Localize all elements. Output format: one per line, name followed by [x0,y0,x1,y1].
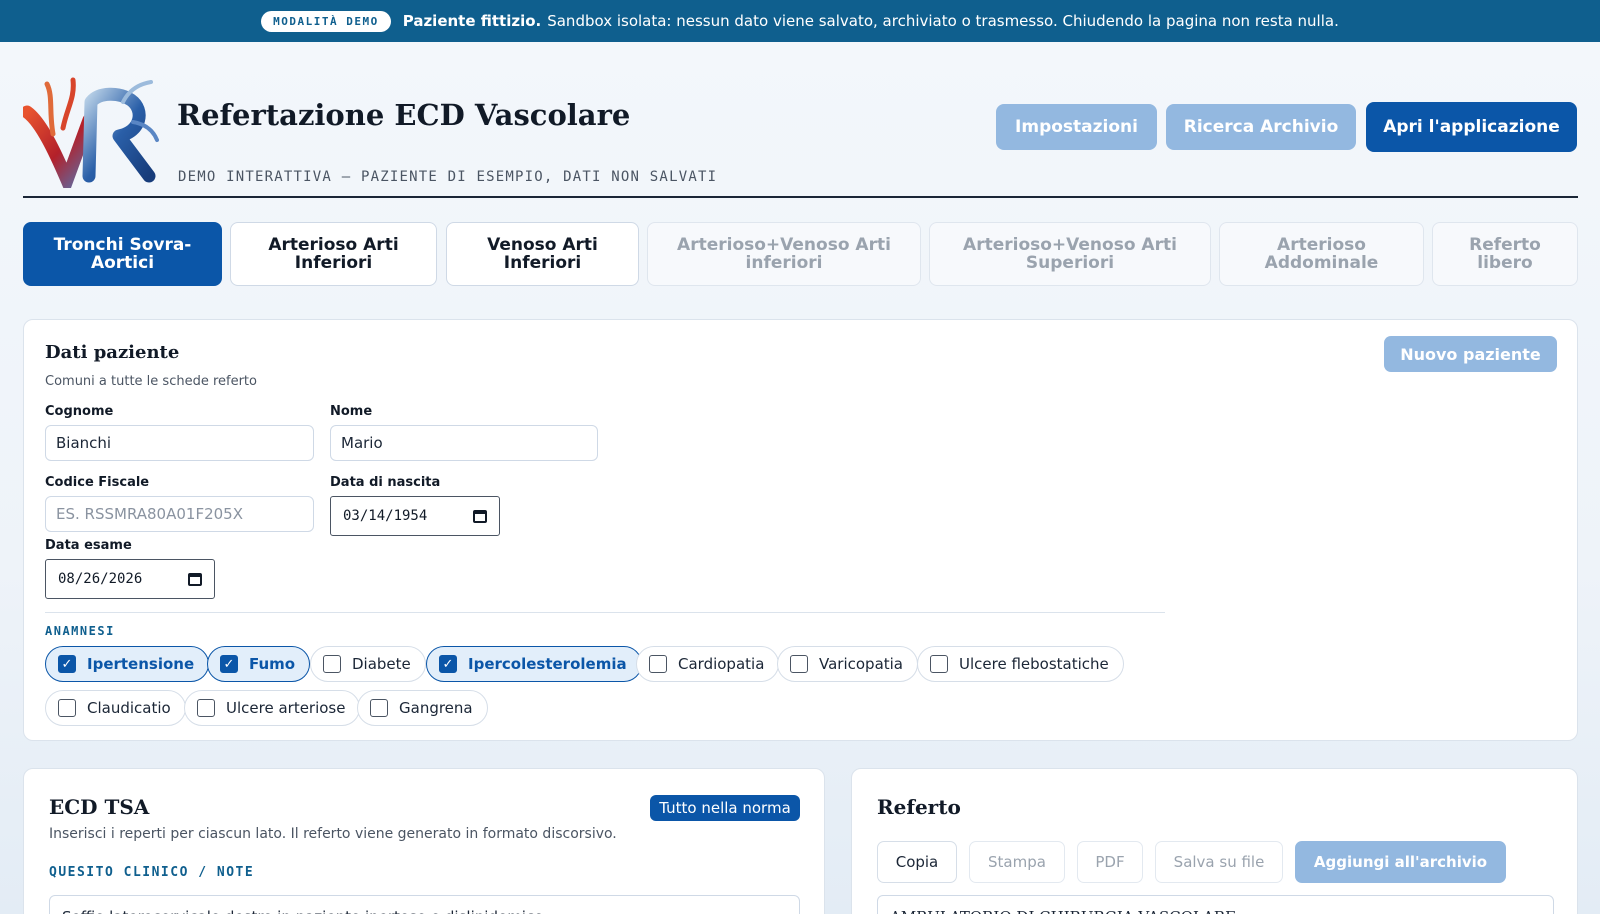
fiscal-code-input[interactable]: ES. RSSMRA80A01F205X [45,496,314,532]
anamnesis-claudicatio[interactable]: Claudicatio [45,690,186,726]
chip-label: Varicopatia [819,655,904,673]
tab-arterioso-arti-inferiori[interactable]: Arterioso Arti Inferiori [230,222,437,286]
page: Refertazione ECD Vascolare DEMO INTERATT… [0,42,1600,914]
report-title: Referto [877,795,961,819]
checkbox-checked-icon: ✓ [439,655,457,673]
report-card: Referto Copia Stampa PDF Salva su file A… [851,768,1578,914]
chip-label: Ipertensione [87,655,195,673]
tab-arterioso-addominale[interactable]: Arterioso Addominale [1219,222,1424,286]
anamnesis-label: ANAMNESI [45,624,115,638]
birth-date-input[interactable]: 03/14/1954 [330,496,500,536]
tab-referto-libero[interactable]: Referto libero [1432,222,1578,286]
chip-label: Fumo [249,655,296,673]
checkbox-icon [790,655,808,673]
checkbox-icon [930,655,948,673]
save-file-button[interactable]: Salva su file [1155,841,1283,883]
exam-date-input[interactable]: 08/26/2026 [45,559,215,599]
surname-label: Cognome [45,404,114,419]
patient-card-subtitle: Comuni a tutte le schede referto [45,374,257,389]
anamnesis-ulcere-arteriose[interactable]: Ulcere arteriose [184,690,361,726]
exam-date-label: Data esame [45,538,132,553]
surname-input[interactable]: Bianchi [45,425,314,461]
anamnesis-cardiopatia[interactable]: Cardiopatia [636,646,780,682]
anamnesis-gangrena[interactable]: Gangrena [357,690,488,726]
anamnesis-ulcere-flebostatiche[interactable]: Ulcere flebostatiche [917,646,1124,682]
tab-tronchi-sovra-aortici[interactable]: Tronchi Sovra-Aortici [23,222,222,286]
chip-label: Diabete [352,655,411,673]
tab-arterioso-venoso-inferiori[interactable]: Arterioso+Venoso Arti inferiori [647,222,921,286]
demo-banner: MODALITÀ DEMO Paziente fittizio. Sandbox… [0,0,1600,42]
fiscal-code-label: Codice Fiscale [45,475,150,490]
copy-button[interactable]: Copia [877,841,957,883]
chip-label: Ulcere arteriose [226,699,346,717]
banner-bold-text: Paziente fittizio. [402,12,542,30]
app-logo [23,77,159,188]
add-to-archive-button[interactable]: Aggiungi all'archivio [1295,841,1506,883]
new-patient-button[interactable]: Nuovo paziente [1384,336,1557,372]
demo-mode-badge: MODALITÀ DEMO [261,10,391,32]
checkbox-icon [197,699,215,717]
pdf-button[interactable]: PDF [1077,841,1143,883]
chip-label: Claudicatio [87,699,171,717]
exam-date-value: 08/26/2026 [58,571,143,587]
checkbox-checked-icon: ✓ [58,655,76,673]
calendar-icon[interactable] [188,572,202,586]
report-textarea[interactable]: AMBULATORIO DI CHIRURGIA VASCOLARE [877,895,1554,914]
chip-label: Cardiopatia [678,655,765,673]
checkbox-icon [58,699,76,717]
anamnesis-fumo[interactable]: ✓ Fumo [207,646,311,682]
clinical-question-textarea[interactable]: Soffio laterocervicale destro in pazient… [49,895,800,914]
ecd-tsa-title: ECD TSA [49,795,150,819]
name-input[interactable]: Mario [330,425,598,461]
archive-search-button[interactable]: Ricerca Archivio [1166,104,1356,150]
birth-date-label: Data di nascita [330,475,441,490]
chip-label: Ulcere flebostatiche [959,655,1109,673]
banner-text: Sandbox isolata: nessun dato viene salva… [547,12,1339,30]
open-app-button[interactable]: Apri l'applicazione [1366,102,1577,152]
name-label: Nome [330,404,373,419]
anamnesis-ipercolesterolemia[interactable]: ✓ Ipercolesterolemia [426,646,642,682]
header-divider [23,196,1578,198]
all-normal-button[interactable]: Tutto nella norma [650,795,800,821]
patient-card: Dati paziente Comuni a tutte le schede r… [23,319,1578,741]
clinical-question-label: QUESITO CLINICO / NOTE [49,865,255,880]
section-divider [45,612,1165,613]
app-title: Refertazione ECD Vascolare [177,98,631,132]
anamnesis-ipertensione[interactable]: ✓ Ipertensione [45,646,210,682]
checkbox-icon [323,655,341,673]
chip-label: Ipercolesterolemia [468,655,627,673]
tab-venoso-arti-inferiori[interactable]: Venoso Arti Inferiori [446,222,639,286]
tab-arterioso-venoso-superiori[interactable]: Arterioso+Venoso Arti Superiori [929,222,1211,286]
settings-button[interactable]: Impostazioni [996,104,1157,150]
chip-label: Gangrena [399,699,473,717]
checkbox-icon [370,699,388,717]
app-subtitle: DEMO INTERATTIVA — PAZIENTE DI ESEMPIO, … [178,169,718,185]
print-button[interactable]: Stampa [969,841,1065,883]
anamnesis-diabete[interactable]: Diabete [310,646,426,682]
anamnesis-varicopatia[interactable]: Varicopatia [777,646,919,682]
patient-card-title: Dati paziente [45,342,180,363]
birth-date-value: 03/14/1954 [343,508,428,524]
calendar-icon[interactable] [473,509,487,523]
ecd-tsa-card: ECD TSA Tutto nella norma Inserisci i re… [23,768,825,914]
checkbox-checked-icon: ✓ [220,655,238,673]
ecd-tsa-description: Inserisci i reperti per ciascun lato. Il… [49,826,617,842]
checkbox-icon [649,655,667,673]
